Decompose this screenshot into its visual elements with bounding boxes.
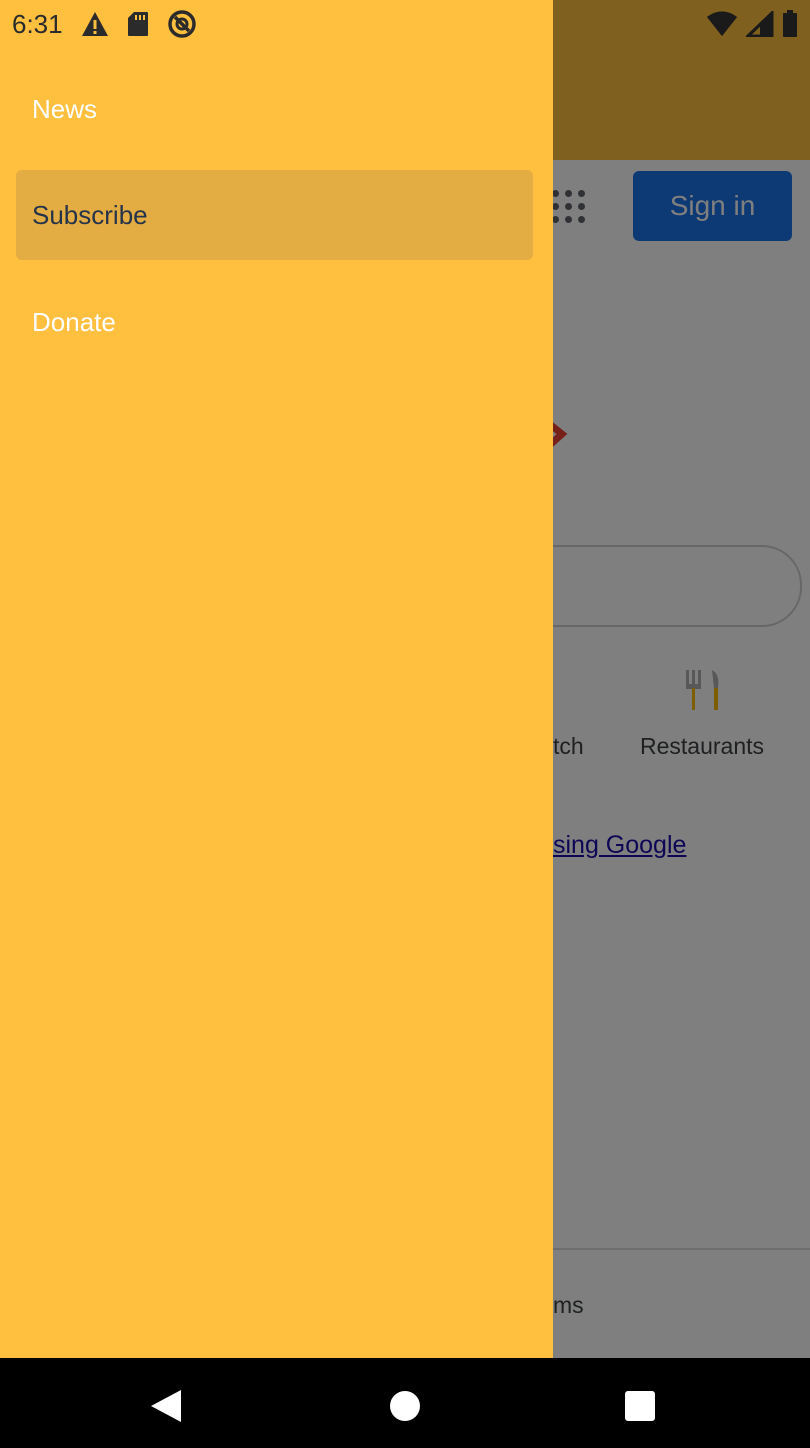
drawer-item-label: Donate: [32, 306, 116, 337]
drawer-item-subscribe[interactable]: Subscribe: [16, 170, 533, 260]
navigation-drawer: News Subscribe Donate: [0, 0, 553, 1358]
back-icon[interactable]: [151, 1390, 181, 1422]
recents-icon[interactable]: [625, 1391, 655, 1421]
drawer-item-label: News: [32, 93, 98, 124]
signal-icon: [746, 11, 774, 37]
battery-icon: [783, 10, 797, 37]
drawer-item-news[interactable]: News: [16, 64, 533, 154]
wifi-icon: [707, 11, 737, 36]
drawer-item-donate[interactable]: Donate: [16, 277, 533, 367]
home-icon[interactable]: [390, 1391, 420, 1421]
drawer-item-label: Subscribe: [32, 199, 148, 230]
